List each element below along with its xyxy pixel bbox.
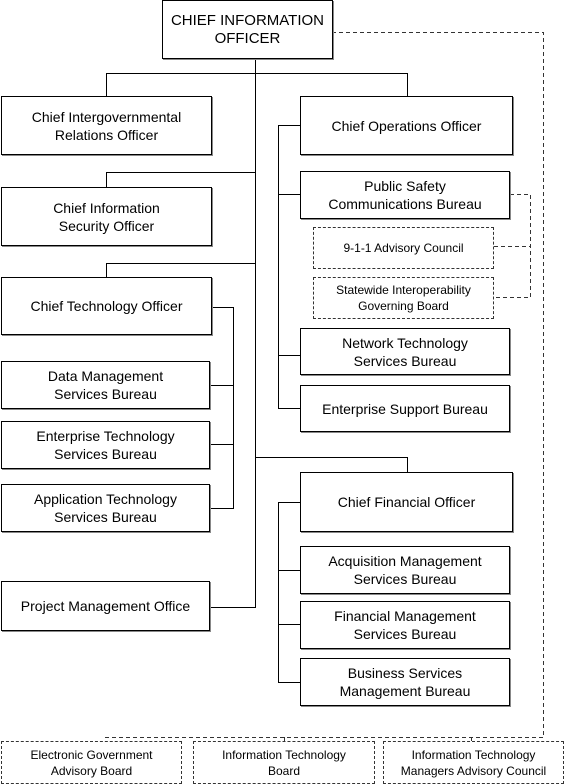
ciso-line [106, 172, 255, 187]
enterprise-technology-services-bureau-box: Enterprise Technology Services Bureau [1, 421, 210, 469]
chief-information-security-officer-box: Chief Information Security Officer [1, 187, 212, 246]
public-safety-communications-bureau-box: Public Safety Communications Bureau [300, 171, 510, 219]
chief-technology-officer-box: Chief Technology Officer [1, 277, 212, 335]
financial-management-services-bureau-box: Financial Management Services Bureau [300, 601, 510, 649]
org-chart: CHIEF INFORMATION OFFICER Chief Intergov… [0, 0, 564, 784]
information-technology-board-box: Information Technology Board [193, 741, 375, 784]
chief-operations-officer-box: Chief Operations Officer [300, 96, 513, 155]
application-technology-services-bureau-box: Application Technology Services Bureau [1, 484, 210, 532]
cto-bracket-line [209, 307, 234, 509]
cto-line [106, 263, 255, 277]
chief-information-officer-box: CHIEF INFORMATION OFFICER [162, 0, 333, 59]
data-management-services-bureau-box: Data Management Services Bureau [1, 361, 210, 409]
top-branch-line [106, 73, 408, 96]
coo-bracket-line [278, 125, 300, 409]
network-technology-services-bureau-box: Network Technology Services Bureau [300, 328, 510, 375]
cfo-bracket-line [278, 502, 300, 683]
business-services-management-bureau-box: Business Services Management Bureau [300, 658, 510, 706]
trunk-line [209, 58, 256, 608]
chief-intergovernmental-relations-officer-box: Chief Intergovernmental Relations Office… [1, 96, 212, 155]
chief-financial-officer-box: Chief Financial Officer [300, 472, 513, 532]
information-technology-managers-advisory-council-box: Information Technology Managers Advisory… [383, 741, 564, 784]
cfo-line [255, 457, 408, 472]
electronic-government-advisory-board-box: Electronic Government Advisory Board [1, 741, 182, 784]
project-management-office-box: Project Management Office [1, 581, 210, 631]
statewide-interoperability-governing-board-box: Statewide Interoperability Governing Boa… [313, 277, 494, 319]
acquisition-management-services-bureau-box: Acquisition Management Services Bureau [300, 546, 510, 594]
enterprise-support-bureau-box: Enterprise Support Bureau [300, 385, 510, 432]
911-advisory-council-box: 9-1-1 Advisory Council [313, 227, 494, 269]
